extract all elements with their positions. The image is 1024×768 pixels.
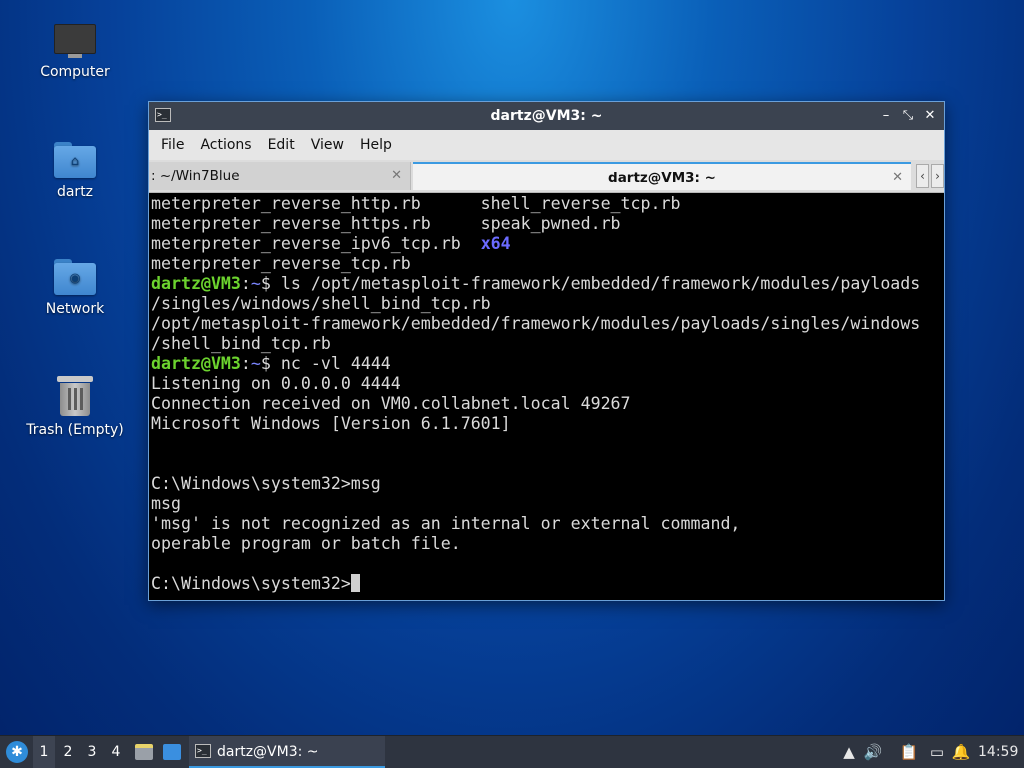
terminal-line: msg [151,494,944,514]
volume-icon[interactable]: 🔊 [862,736,884,768]
tab-close-icon[interactable]: ✕ [391,162,402,190]
terminal-text: msg [151,494,181,513]
terminal-line: C:\Windows\system32> [151,574,944,594]
terminal-line: C:\Windows\system32>msg [151,474,944,494]
home-folder-icon: ⌂ [54,142,96,178]
workspace-4[interactable]: 4 [105,736,127,768]
terminal-line: dartz@VM3:~$ ls /opt/metasploit-framewor… [151,274,944,294]
terminal-text: ~ [250,274,261,293]
terminal-text: ~ [250,354,261,373]
terminal-text: /singles/windows/shell_bind_tcp.rb [151,294,491,313]
network-folder-icon: ◉ [54,259,96,295]
workspace-1[interactable]: 1 [33,736,55,768]
terminal-line: meterpreter_reverse_https.rb speak_pwned… [151,214,944,234]
terminal-text: meterpreter_reverse_http.rb shell_revers… [151,194,681,213]
terminal-text: C:\Windows\system32>msg [151,474,381,493]
show-desktop-icon[interactable] [163,744,181,760]
terminal-line: 'msg' is not recognized as an internal o… [151,514,944,534]
menu-help[interactable]: Help [352,137,400,153]
menu-file[interactable]: File [153,137,192,153]
terminal-line: /singles/windows/shell_bind_tcp.rb [151,294,944,314]
terminal-line: meterpreter_reverse_tcp.rb [151,254,944,274]
terminal-cursor [350,574,360,592]
terminal-text: x64 [480,234,511,253]
terminal-text: dartz@VM3 [151,354,241,373]
taskbar: ✱ 1 2 3 4 >_ dartz@VM3: ~ ▲ 🔊 📋 ▭ 🔔 14:5… [0,735,1024,768]
workspace-3[interactable]: 3 [81,736,103,768]
restore-button[interactable]: ⤡ [898,102,918,130]
desktop-icon-home[interactable]: ⌂ dartz [15,142,135,200]
terminal-line: /shell_bind_tcp.rb [151,334,944,354]
terminal-text: meterpreter_reverse_tcp.rb [151,254,411,273]
terminal-window: >_ dartz@VM3: ~ – ⤡ ✕ File Actions Edit … [148,101,945,601]
menu-bar: File Actions Edit View Help [149,130,944,160]
menu-actions[interactable]: Actions [192,137,259,153]
desktop-icon-label: Computer [40,64,110,80]
tab-label: dartz@VM3: ~ [608,170,716,186]
menu-edit[interactable]: Edit [260,137,303,153]
window-title: dartz@VM3: ~ [490,108,603,124]
network-icon[interactable]: ▭ [926,736,948,768]
terminal-text: meterpreter_reverse_ipv6_tcp.rb [151,234,481,253]
workspace-2[interactable]: 2 [57,736,79,768]
terminal-text: 'msg' is not recognized as an internal o… [151,514,741,533]
terminal-icon: >_ [155,108,171,122]
desktop-icon-label: Trash (Empty) [26,422,124,438]
terminal-text: meterpreter_reverse_https.rb speak_pwned… [151,214,621,233]
desktop-icon-trash[interactable]: Trash (Empty) [15,374,135,438]
tab-dartz-vm3[interactable]: dartz@VM3: ~ ✕ [413,162,911,190]
terminal-text: operable program or batch file. [151,534,461,553]
terminal-line: Listening on 0.0.0.0 4444 [151,374,944,394]
tab-prev-button[interactable]: ‹ [916,164,929,188]
update-icon[interactable]: ▲ [838,736,860,768]
desktop-icon-label: Network [45,301,105,317]
tab-win7blue[interactable]: : ~/Win7Blue ✕ [149,162,411,190]
terminal-text: $ ls /opt/metasploit-framework/embedded/… [260,274,921,293]
file-manager-icon[interactable] [135,744,153,760]
tab-label: : ~/Win7Blue [151,168,240,184]
terminal-text: dartz@VM3 [151,274,241,293]
terminal-line: Microsoft Windows [Version 6.1.7601] [151,414,944,434]
notification-icon[interactable]: 🔔 [950,736,972,768]
desktop-icon-network[interactable]: ◉ Network [15,259,135,317]
clipboard-icon[interactable]: 📋 [898,736,920,768]
terminal-text: Connection received on VM0.collabnet.loc… [151,394,631,413]
tab-bar: : ~/Win7Blue ✕ dartz@VM3: ~ ✕ ‹ › [149,160,944,193]
tab-next-button[interactable]: › [931,164,944,188]
terminal-text: /opt/metasploit-framework/embedded/frame… [151,314,921,333]
window-titlebar[interactable]: >_ dartz@VM3: ~ – ⤡ ✕ [149,102,944,130]
terminal-text: C:\Windows\system32> [151,574,351,593]
terminal-text: $ nc -vl 4444 [260,354,391,373]
computer-icon [54,24,96,58]
terminal-text: : [240,274,251,293]
terminal-output[interactable]: meterpreter_reverse_http.rb shell_revers… [149,193,944,600]
terminal-line: operable program or batch file. [151,534,944,554]
clock[interactable]: 14:59 [978,736,1018,768]
menu-icon[interactable]: ✱ [6,741,28,763]
desktop-icon-label: dartz [56,184,94,200]
minimize-button[interactable]: – [876,102,896,130]
terminal-text: : [240,354,251,373]
terminal-line: dartz@VM3:~$ nc -vl 4444 [151,354,944,374]
terminal-line: meterpreter_reverse_ipv6_tcp.rb x64 [151,234,944,254]
terminal-text: /shell_bind_tcp.rb [151,334,331,353]
desktop-icon-computer[interactable]: Computer [15,24,135,80]
terminal-line: meterpreter_reverse_http.rb shell_revers… [151,194,944,214]
terminal-text: Microsoft Windows [Version 6.1.7601] [151,414,511,433]
task-label: dartz@VM3: ~ [217,744,319,760]
terminal-text: Listening on 0.0.0.0 4444 [151,374,401,393]
taskbar-task-terminal[interactable]: >_ dartz@VM3: ~ [189,736,385,768]
tab-close-icon[interactable]: ✕ [892,164,903,192]
terminal-icon: >_ [195,744,211,758]
terminal-line: Connection received on VM0.collabnet.loc… [151,394,944,414]
menu-view[interactable]: View [303,137,352,153]
close-button[interactable]: ✕ [920,102,940,130]
trash-icon [57,374,93,416]
terminal-line: /opt/metasploit-framework/embedded/frame… [151,314,944,334]
